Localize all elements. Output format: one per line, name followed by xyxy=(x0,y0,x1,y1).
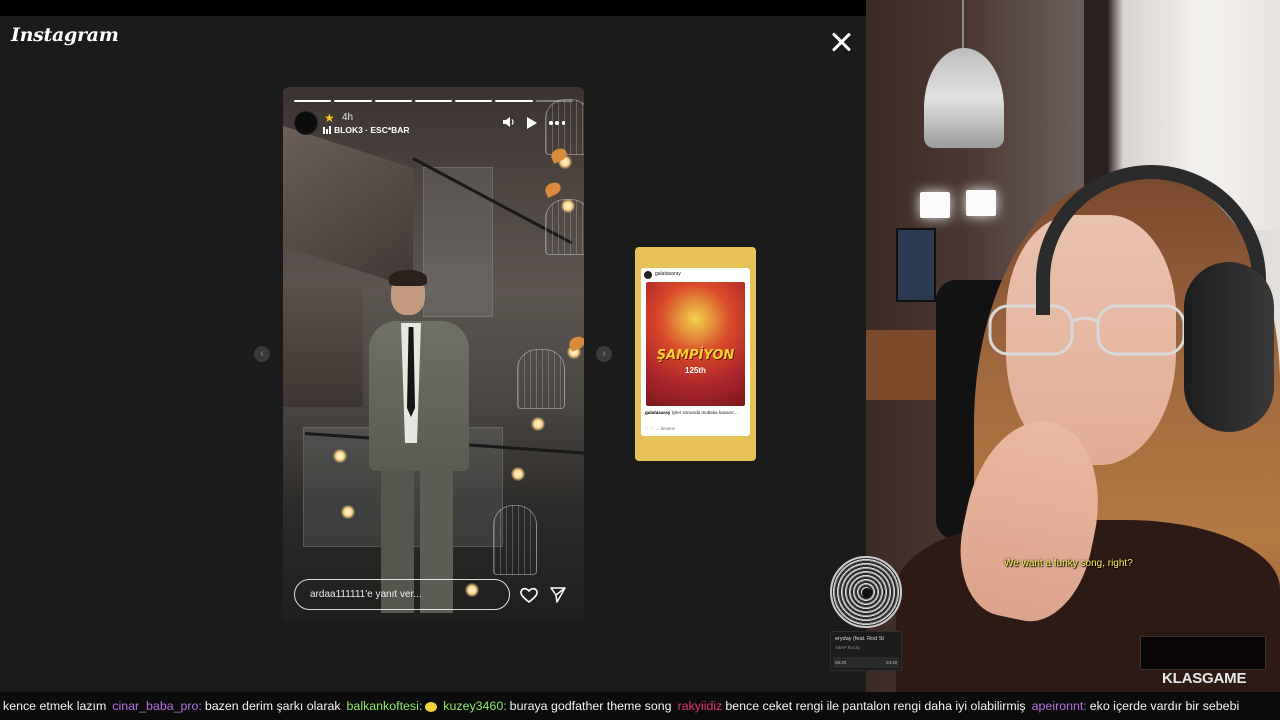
wall-panel xyxy=(283,287,363,407)
now-playing-card: eryday (feat. Rod St A$AP Rocky 00:20 04… xyxy=(830,631,902,671)
headphone-cup xyxy=(1184,262,1274,432)
chat-username[interactable]: rakyiidiz xyxy=(678,699,723,713)
track-title: eryday (feat. Rod St xyxy=(835,636,884,642)
avatar[interactable] xyxy=(294,111,318,135)
orange-flower xyxy=(543,180,563,198)
chat-ticker: kence etmek lazım cinar_baba_pro: bazen de… xyxy=(0,692,1280,720)
progress-segment xyxy=(414,100,453,102)
post-username: galatasaray xyxy=(655,271,681,277)
live-subtitle: We want a funky song, right? xyxy=(1004,558,1133,569)
more-icon[interactable] xyxy=(549,121,565,125)
brand-part-b: GAME xyxy=(1202,670,1247,687)
reply-input[interactable] xyxy=(294,579,510,610)
ceiling-panel xyxy=(283,125,413,289)
caption-user: galatasaray xyxy=(645,410,671,415)
chat-username[interactable]: kuzey3460: xyxy=(443,699,506,713)
speaker-icon[interactable] xyxy=(502,116,516,128)
lamp-cord xyxy=(962,0,964,52)
studio-light xyxy=(920,192,950,218)
chat-line: kence etmek lazım cinar_baba_pro: bazen de… xyxy=(0,699,1239,713)
caption-text: İyiler sonunda mutlaka kazanır... xyxy=(671,410,738,415)
light-bulb xyxy=(561,199,575,213)
heart-icon[interactable] xyxy=(519,586,539,604)
chat-message: eko içerde vardır bir sebebi xyxy=(1089,699,1240,713)
instagram-logo[interactable]: Instagram xyxy=(11,24,119,46)
chat-message: buraya godfather theme song xyxy=(509,699,672,713)
chat-message: bazen derim şarkı olarak xyxy=(204,699,341,713)
light-bulb xyxy=(531,417,545,431)
track-elapsed: 00:20 xyxy=(835,660,847,665)
webcam-feed: We want a funky song, right? xyxy=(866,0,1280,692)
chat-username[interactable]: balkankoftesi: xyxy=(347,699,423,713)
post-number: 125th xyxy=(685,366,706,375)
story-music-label[interactable]: BLOK3 · ESC*BAR xyxy=(334,125,410,135)
track-total: 04:20 xyxy=(886,660,898,665)
story-card[interactable]: ★ 4h BLOK3 · ESC*BAR xyxy=(283,87,584,622)
pendant-lamp xyxy=(924,48,1004,148)
music-bars-icon xyxy=(323,126,331,134)
instagram-story-viewer: Instagram ‹ › ★ 4h BLOK3 · ESC*BAR ardaa… xyxy=(0,0,866,692)
birdcage-lamp xyxy=(517,349,565,409)
light-bulb xyxy=(333,449,347,463)
story-progress-bar xyxy=(294,100,573,103)
studio-light xyxy=(966,190,996,216)
brand-part-a: KLAS xyxy=(1162,670,1203,687)
person-in-suit xyxy=(361,270,481,613)
progress-segment xyxy=(455,100,493,102)
progress-segment xyxy=(535,100,573,102)
chat-message: kence etmek lazım xyxy=(3,699,107,713)
chat-message: bence ceket rengi ile pantalon rengi dah… xyxy=(725,699,1026,713)
chat-username[interactable]: apeironnt: xyxy=(1032,699,1087,713)
vinyl-disc-icon xyxy=(830,556,902,628)
next-story-preview[interactable]: galatasaray ŞAMPİYON 125th galatasaray İ… xyxy=(635,247,756,461)
light-bulb xyxy=(511,467,525,481)
hair xyxy=(389,270,427,286)
story-time: 4h xyxy=(342,112,354,123)
birdcage-lamp xyxy=(493,505,537,575)
monitor xyxy=(896,228,936,302)
post-likes: ♡ ♡ ... devamı xyxy=(645,426,676,431)
post-headline: ŞAMPİYON xyxy=(656,348,735,363)
top-strip xyxy=(0,0,866,16)
progress-segment xyxy=(495,100,533,102)
chevron-right-icon[interactable]: › xyxy=(596,346,612,362)
light-bulb xyxy=(341,505,355,519)
birdcage-lamp xyxy=(545,99,584,155)
sponsor-logo: KLASGAME xyxy=(1162,670,1246,687)
avatar xyxy=(644,271,652,279)
send-icon[interactable] xyxy=(549,586,567,604)
emote-icon xyxy=(425,701,438,712)
progress-segment xyxy=(334,100,372,102)
progress-segment xyxy=(294,100,332,102)
progress-segment xyxy=(374,100,412,102)
star-icon: ★ xyxy=(324,111,335,125)
play-icon[interactable] xyxy=(527,117,537,129)
track-artist: A$AP Rocky xyxy=(835,645,861,650)
shared-post: galatasaray ŞAMPİYON 125th galatasaray İ… xyxy=(641,268,750,436)
chevron-left-icon[interactable]: ‹ xyxy=(254,346,270,362)
post-image xyxy=(646,282,745,406)
mini-cam-box xyxy=(1140,636,1266,670)
chat-username[interactable]: cinar_baba_pro: xyxy=(112,699,202,713)
post-caption: galatasaray İyiler sonunda mutlaka kazan… xyxy=(645,410,746,416)
close-icon[interactable] xyxy=(826,27,856,57)
